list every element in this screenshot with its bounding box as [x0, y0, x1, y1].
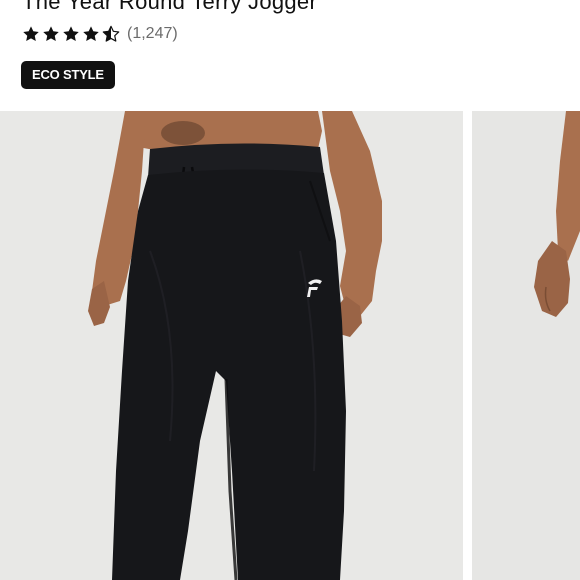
review-count[interactable]: (1,247)	[127, 25, 178, 43]
jogger-front-photo	[0, 111, 463, 580]
star-rating	[22, 25, 120, 43]
product-image-front[interactable]	[0, 111, 463, 580]
product-title: The Year Round Terry Jogger	[22, 0, 318, 14]
product-image-gallery[interactable]	[0, 111, 580, 580]
star-full-icon	[43, 26, 59, 42]
product-page: The Year Round Terry Jogger (1,247) ECO …	[0, 0, 580, 580]
star-full-icon	[63, 26, 79, 42]
eco-style-badge: ECO STYLE	[21, 61, 115, 89]
product-image-side[interactable]	[472, 111, 580, 580]
star-full-icon	[83, 26, 99, 42]
jogger-side-photo	[472, 111, 580, 580]
product-rating[interactable]: (1,247)	[22, 24, 178, 44]
star-full-icon	[23, 26, 39, 42]
star-half-icon	[102, 25, 120, 42]
